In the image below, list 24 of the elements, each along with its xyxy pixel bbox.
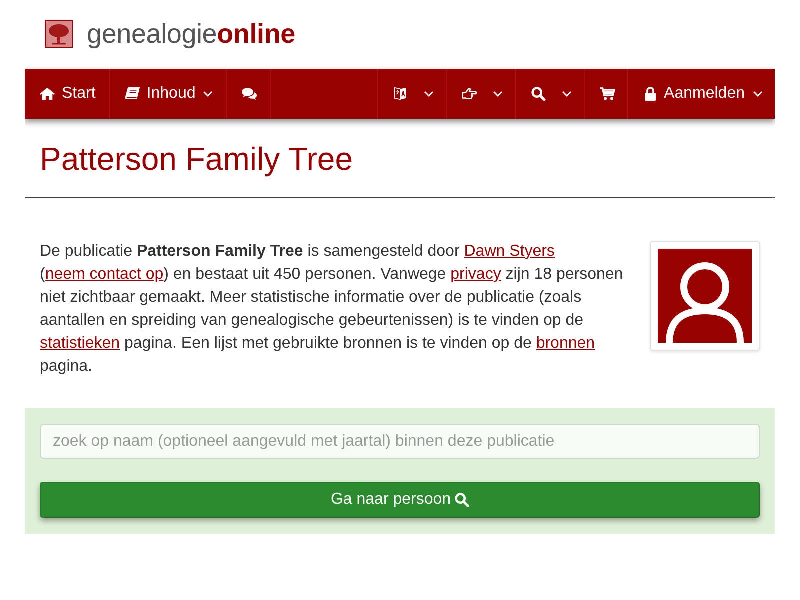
nav-menu-item[interactable]: Inhoud <box>110 69 227 119</box>
book-icon <box>124 87 140 101</box>
chat-bubbles-icon <box>242 87 257 101</box>
home-icon <box>40 87 55 101</box>
text-link[interactable]: neem contact op <box>45 266 164 283</box>
page-title: Patterson Family Tree <box>40 141 354 179</box>
search-icon <box>455 493 470 507</box>
language-icon <box>393 87 408 101</box>
search-icon <box>531 87 546 101</box>
pointing-hand-icon <box>462 87 478 101</box>
nav-menu-item[interactable]: Aanmelden <box>627 69 775 119</box>
person-search-field[interactable]: zoek op naam (optioneel aangevuld met jaartal) binnen deze publicatie <box>40 424 760 459</box>
text-link[interactable]: bronnen <box>536 335 596 352</box>
shopping-cart-icon <box>600 87 616 101</box>
nav-menu-item[interactable]: Start <box>25 69 110 119</box>
tree-logo-icon[interactable] <box>45 20 73 48</box>
text-link[interactable]: Dawn Styers <box>464 243 555 260</box>
text-link[interactable]: statistieken <box>40 335 120 352</box>
person-avatar-icon <box>658 249 752 343</box>
lock-icon <box>645 87 656 101</box>
text-link[interactable]: privacy <box>450 266 502 283</box>
intro-paragraph: De publicatie Patterson Family Tree is samengesteld door Dawn Styers (neem contact op) en bestaat uit 450 personen. Vanwege privacy zijn 18 personen niet zichtbaar gemaakt. Meer statistische informatie over de publicatie (zoals aantallen en spreiding van genealogische gebeurtenissen) is te vinden op de statistieken pagina. Een lijst met gebruikte bronnen is te vinden op de bronnen pagina. <box>40 242 624 377</box>
go-to-person-button[interactable]: Ga naar persoon <box>40 482 760 518</box>
site-logo-text[interactable]: genealogieonline <box>87 18 296 50</box>
